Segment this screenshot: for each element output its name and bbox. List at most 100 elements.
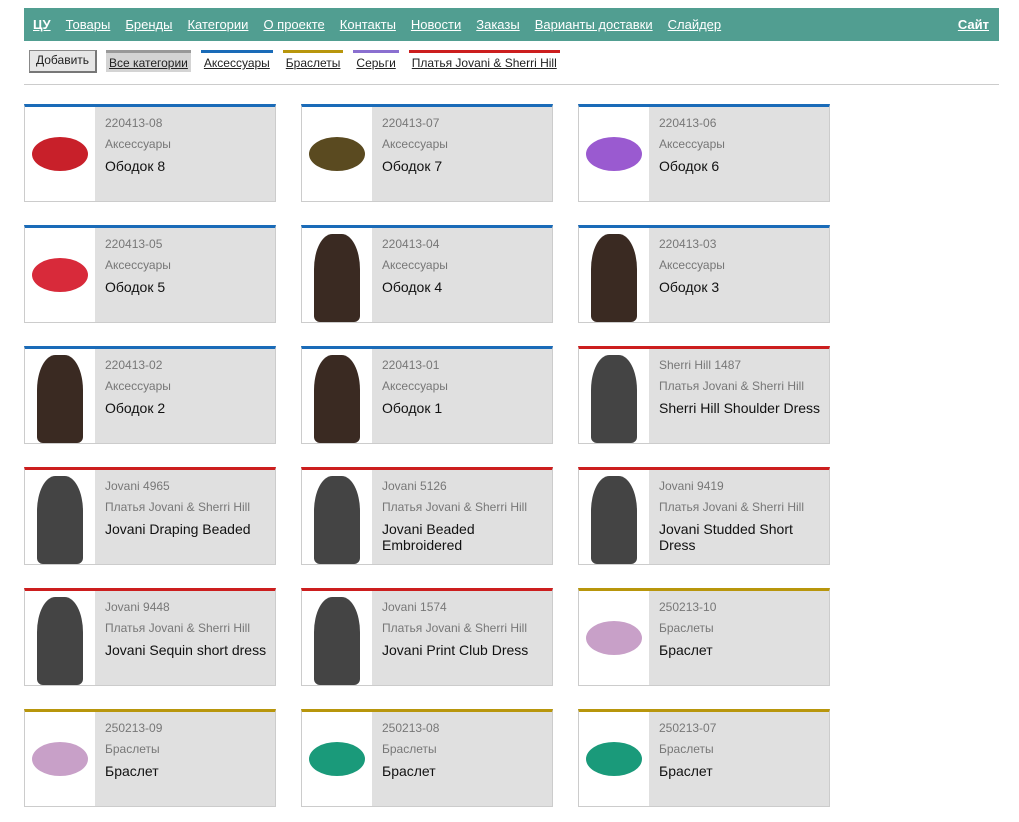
product-category: Браслеты — [382, 742, 437, 756]
product-name: Sherri Hill Shoulder Dress — [659, 400, 821, 416]
product-category: Аксессуары — [382, 137, 448, 151]
product-image — [25, 591, 95, 685]
product-code: 220413-08 — [105, 116, 163, 130]
tab-category[interactable]: Браслеты — [282, 50, 344, 72]
tab-all-categories[interactable]: Все категории — [106, 50, 191, 72]
product-card[interactable]: 250213-09 Браслеты Браслет — [24, 709, 276, 807]
product-card[interactable]: 250213-07 Браслеты Браслет — [578, 709, 830, 807]
product-card[interactable]: 220413-05 Аксессуары Ободок 5 — [24, 225, 276, 323]
product-image — [302, 107, 372, 201]
product-code: 220413-02 — [105, 358, 163, 372]
product-code: 220413-06 — [659, 116, 717, 130]
product-code: 220413-05 — [105, 237, 163, 251]
product-name: Ободок 1 — [382, 400, 443, 416]
nav-item[interactable]: О проекте — [263, 17, 324, 32]
product-category: Браслеты — [659, 742, 714, 756]
product-name: Ободок 7 — [382, 158, 443, 174]
product-code: 220413-04 — [382, 237, 440, 251]
product-category: Платья Jovani & Sherri Hill — [382, 500, 527, 514]
product-card[interactable]: 220413-06 Аксессуары Ободок 6 — [578, 104, 830, 202]
product-code: Jovani 9448 — [105, 600, 170, 614]
product-category: Аксессуары — [659, 258, 725, 272]
product-code: 250213-10 — [659, 600, 717, 614]
product-name: Браслет — [659, 763, 713, 779]
tab-category[interactable]: Аксессуары — [200, 50, 273, 72]
product-card[interactable]: 220413-01 Аксессуары Ободок 1 — [301, 346, 553, 444]
product-card[interactable]: 220413-07 Аксессуары Ободок 7 — [301, 104, 553, 202]
product-category: Платья Jovani & Sherri Hill — [105, 621, 250, 635]
product-code: Jovani 1574 — [382, 600, 447, 614]
product-category: Платья Jovani & Sherri Hill — [382, 621, 527, 635]
tab-category[interactable]: Платья Jovani & Sherri Hill — [408, 50, 560, 72]
product-image — [302, 349, 372, 443]
product-image — [579, 712, 649, 806]
nav-item[interactable]: Заказы — [476, 17, 519, 32]
product-category: Аксессуары — [105, 137, 171, 151]
product-image — [25, 470, 95, 564]
nav-item[interactable]: Категории — [187, 17, 248, 32]
add-button[interactable]: Добавить — [29, 50, 98, 73]
product-category: Платья Jovani & Sherri Hill — [659, 500, 804, 514]
product-image — [302, 591, 372, 685]
product-name: Jovani Studded Short Dress — [659, 521, 793, 553]
nav-item[interactable]: Новости — [411, 17, 461, 32]
product-category: Аксессуары — [382, 258, 448, 272]
top-nav: ЦУ Товары Бренды Категории О проекте Контакт… — [24, 8, 999, 41]
product-card[interactable]: Sherri Hill 1487 Платья Jovani & Sherri … — [578, 346, 830, 444]
product-image — [302, 228, 372, 322]
product-category: Платья Jovani & Sherri Hill — [105, 500, 250, 514]
product-image — [579, 107, 649, 201]
product-code: Jovani 4965 — [105, 479, 170, 493]
product-image — [25, 228, 95, 322]
product-card[interactable]: Jovani 1574 Платья Jovani & Sherri Hill … — [301, 588, 553, 686]
product-code: Jovani 9419 — [659, 479, 724, 493]
product-card[interactable]: 220413-04 Аксессуары Ободок 4 — [301, 225, 553, 323]
product-card[interactable]: 250213-08 Браслеты Браслет — [301, 709, 553, 807]
product-card[interactable]: Jovani 9419 Платья Jovani & Sherri Hill … — [578, 467, 830, 565]
product-category: Аксессуары — [105, 258, 171, 272]
product-code: 220413-03 — [659, 237, 717, 251]
product-name: Jovani Draping Beaded — [105, 521, 251, 537]
nav-home[interactable]: ЦУ — [33, 17, 51, 32]
product-image — [579, 228, 649, 322]
product-name: Ободок 2 — [105, 400, 166, 416]
product-category: Браслеты — [659, 621, 714, 635]
product-card[interactable]: 220413-02 Аксессуары Ободок 2 — [24, 346, 276, 444]
product-name: Браслет — [382, 763, 436, 779]
product-card[interactable]: 220413-08 Аксессуары Ободок 8 — [24, 104, 276, 202]
nav-item[interactable]: Слайдер — [668, 17, 722, 32]
product-card[interactable]: Jovani 5126 Платья Jovani & Sherri Hill … — [301, 467, 553, 565]
product-code: Jovani 5126 — [382, 479, 447, 493]
product-image — [579, 349, 649, 443]
product-card[interactable]: Jovani 4965 Платья Jovani & Sherri Hill … — [24, 467, 276, 565]
product-image — [25, 349, 95, 443]
product-code: Sherri Hill 1487 — [659, 358, 742, 372]
nav-item[interactable]: Товары — [66, 17, 111, 32]
product-code: 250213-09 — [105, 721, 163, 735]
nav-item[interactable]: Варианты доставки — [535, 17, 653, 32]
product-name: Jovani Sequin short dress — [105, 642, 267, 658]
product-card[interactable]: 250213-10 Браслеты Браслет — [578, 588, 830, 686]
product-category: Браслеты — [105, 742, 160, 756]
product-card[interactable]: Jovani 9448 Платья Jovani & Sherri Hill … — [24, 588, 276, 686]
product-name: Ободок 3 — [659, 279, 720, 295]
divider — [24, 84, 999, 85]
product-category: Аксессуары — [105, 379, 171, 393]
product-card[interactable]: 220413-03 Аксессуары Ободок 3 — [578, 225, 830, 323]
product-code: 250213-08 — [382, 721, 440, 735]
category-tabs: Добавить Все категории Аксессуары Браслет… — [29, 50, 570, 73]
tab-category[interactable]: Серьги — [353, 50, 399, 72]
nav-item[interactable]: Контакты — [340, 17, 396, 32]
product-code: 250213-07 — [659, 721, 717, 735]
product-name: Ободок 4 — [382, 279, 443, 295]
nav-site-link[interactable]: Сайт — [958, 17, 989, 32]
product-code: 220413-07 — [382, 116, 440, 130]
nav-item[interactable]: Бренды — [125, 17, 172, 32]
product-name: Браслет — [105, 763, 159, 779]
product-image — [579, 591, 649, 685]
product-name: Ободок 5 — [105, 279, 166, 295]
product-name: Браслет — [659, 642, 713, 658]
product-image — [579, 470, 649, 564]
product-name: Jovani Print Club Dress — [382, 642, 529, 658]
product-image — [302, 470, 372, 564]
